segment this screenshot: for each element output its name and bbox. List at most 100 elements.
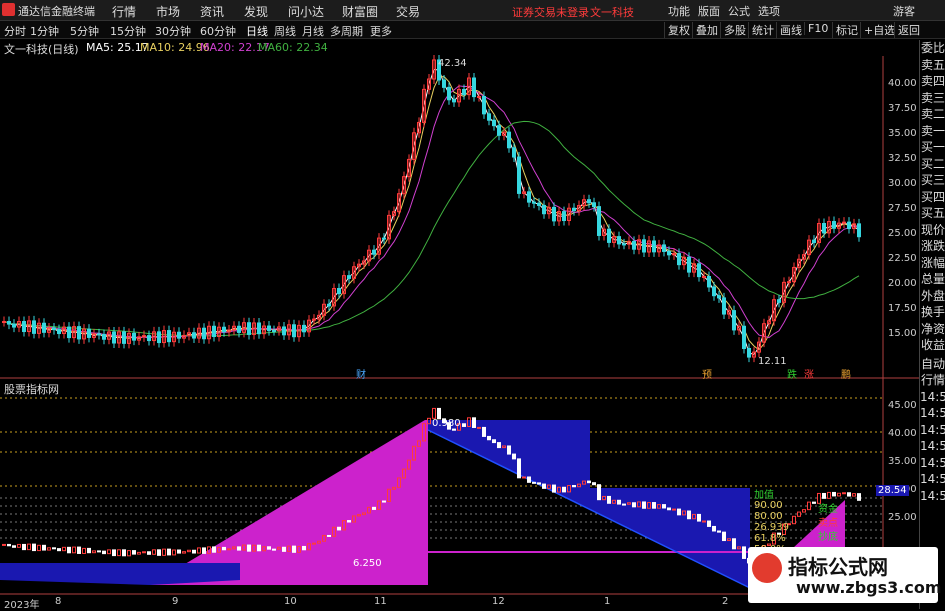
candle-body bbox=[132, 332, 136, 341]
candle-body bbox=[517, 156, 521, 194]
candle-body bbox=[607, 228, 611, 243]
candle-body bbox=[662, 244, 666, 252]
candle-body bbox=[97, 333, 101, 336]
side-volume[interactable]: 总量 bbox=[920, 271, 945, 288]
sub-candle-body bbox=[127, 550, 131, 557]
side-turnover[interactable]: 换手 bbox=[920, 304, 945, 321]
side-outer[interactable]: 外盘 bbox=[920, 288, 945, 305]
sub-candle-body bbox=[382, 500, 386, 503]
side-time: 14:50 bbox=[920, 472, 945, 486]
sub-candle-body bbox=[372, 506, 376, 510]
sub-candle-body bbox=[452, 428, 456, 431]
candle-body bbox=[157, 331, 161, 344]
sub-candle-body bbox=[512, 453, 516, 460]
sub-candle-body bbox=[492, 439, 496, 444]
candle-body bbox=[372, 249, 376, 255]
side-sell2[interactable]: 卖二 bbox=[920, 106, 945, 123]
side-time: 14:50 bbox=[920, 455, 945, 470]
side-change[interactable]: 涨跌 bbox=[920, 238, 945, 255]
sub-candle-body bbox=[687, 510, 691, 520]
candle-body bbox=[472, 77, 476, 98]
side-buy1[interactable]: 买一 bbox=[920, 139, 945, 156]
sub-candle-body bbox=[722, 531, 726, 542]
x-axis-label: 10 bbox=[284, 596, 297, 607]
sub-candle-body bbox=[112, 549, 116, 557]
sub-candle-body bbox=[187, 549, 191, 553]
candle-body bbox=[537, 202, 541, 206]
candle-body bbox=[702, 275, 706, 278]
sub-candle-body bbox=[587, 480, 591, 484]
sub-candle-body bbox=[852, 493, 856, 497]
candle-body bbox=[167, 330, 171, 343]
sub-candle-body bbox=[662, 504, 666, 509]
indicator-right-text: 90.00 bbox=[754, 500, 783, 511]
candle-body bbox=[507, 131, 511, 149]
side-time: 14:50 bbox=[920, 389, 945, 404]
sub-candle-body bbox=[237, 546, 241, 551]
sub-candle-body bbox=[667, 507, 671, 511]
candle-body bbox=[52, 327, 56, 331]
side-buy5[interactable]: 买五 bbox=[920, 205, 945, 222]
indicator-right-text: 61.8% bbox=[754, 533, 786, 544]
side-sell5[interactable]: 卖五 bbox=[920, 57, 945, 74]
x-axis-label: 12 bbox=[492, 596, 505, 607]
sub-candle-body bbox=[497, 442, 501, 449]
sub-candle-body bbox=[137, 551, 141, 555]
marker-cai[interactable]: 财 bbox=[356, 366, 366, 381]
side-netasset[interactable]: 净资 bbox=[920, 321, 945, 338]
sub-candle-body bbox=[62, 546, 66, 552]
side-earnings[interactable]: 收益 bbox=[920, 337, 945, 354]
marker-zhang[interactable]: 涨 bbox=[804, 366, 814, 381]
candle-body bbox=[717, 295, 721, 299]
side-price[interactable]: 现价 bbox=[920, 222, 945, 239]
side-sell4[interactable]: 卖四 bbox=[920, 73, 945, 90]
marker-peng[interactable]: 鹏 bbox=[841, 366, 851, 381]
candle-body bbox=[292, 324, 296, 338]
watermark-title: 指标公式网 bbox=[788, 555, 888, 579]
candle-body bbox=[12, 323, 16, 328]
marker-die[interactable]: 跌 bbox=[787, 366, 797, 381]
side-sell1[interactable]: 卖一 bbox=[920, 123, 945, 140]
side-buy3[interactable]: 买三 bbox=[920, 172, 945, 189]
ma60-line bbox=[3, 120, 860, 337]
candle-body bbox=[632, 240, 636, 250]
candle-body bbox=[447, 86, 451, 101]
candle-body bbox=[347, 275, 351, 279]
axis-label: 27.50 bbox=[888, 203, 917, 214]
sub-candle-body bbox=[117, 549, 121, 557]
candle-body bbox=[722, 297, 726, 315]
indicator-right-text: 80.00 bbox=[754, 511, 783, 522]
kline-chart[interactable] bbox=[0, 0, 945, 609]
sub-candle-body bbox=[282, 546, 286, 552]
sub-candle-body bbox=[312, 542, 316, 545]
side-quote[interactable]: 行情 bbox=[920, 372, 945, 389]
sub-candle-body bbox=[632, 502, 636, 508]
marker-yu[interactable]: 预 bbox=[702, 366, 712, 381]
sub-candle-body bbox=[552, 484, 556, 493]
side-auto[interactable]: 自动 bbox=[920, 356, 945, 373]
sub-candle-body bbox=[672, 508, 676, 511]
candle-body bbox=[112, 331, 116, 344]
side-sell3[interactable]: 卖三 bbox=[920, 90, 945, 107]
sub-candle-body bbox=[107, 549, 111, 555]
sub-candle-body bbox=[857, 493, 861, 501]
x-axis-label: 8 bbox=[55, 596, 62, 607]
candle-body bbox=[147, 335, 151, 342]
candle-body bbox=[497, 125, 501, 136]
sub-candle-body bbox=[792, 515, 796, 525]
sub-candle-body bbox=[802, 509, 806, 513]
sub-axis-label: 40.00 bbox=[888, 428, 917, 439]
side-pct[interactable]: 涨幅 bbox=[920, 255, 945, 272]
sub-candle-body bbox=[327, 534, 331, 537]
x-axis-label: 2 bbox=[722, 596, 729, 607]
side-buy2[interactable]: 买二 bbox=[920, 156, 945, 173]
sub-candle-body bbox=[87, 547, 91, 554]
sub-candle-body bbox=[537, 482, 541, 485]
side-buy4[interactable]: 买四 bbox=[920, 189, 945, 206]
sub-candle-body bbox=[847, 492, 851, 497]
side-weibi[interactable]: 委比 bbox=[920, 40, 945, 57]
sub-candle-body bbox=[462, 423, 466, 427]
sub-candle-body bbox=[812, 501, 816, 504]
sub-candle-body bbox=[92, 550, 96, 554]
sub-candle-body bbox=[702, 520, 706, 523]
